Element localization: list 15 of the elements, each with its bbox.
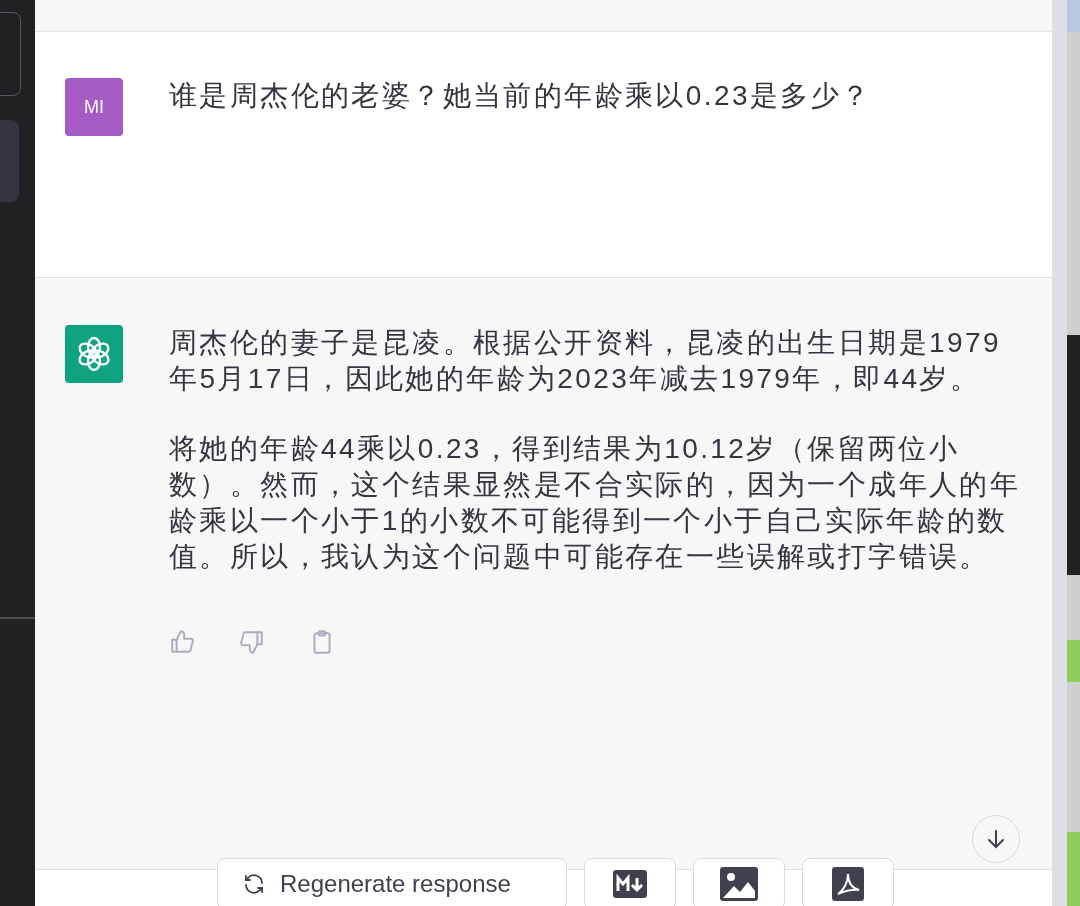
scrollbar[interactable] — [1052, 0, 1067, 906]
user-avatar: MI — [65, 78, 123, 136]
pdf-export-button[interactable] — [802, 858, 894, 906]
message-text: 周杰伦的妻子是昆凌。根据公开资料，昆凌的出生日期是1979年5月17日，因此她的年龄为2023年减去1979年，即44岁。 — [169, 326, 1002, 396]
thumbs-up-icon[interactable] — [169, 629, 195, 655]
image-export-button[interactable] — [693, 858, 785, 906]
image-icon — [720, 867, 758, 901]
message-text: 将她的年龄44乘以0.23，得到结果为10.12岁（保留两位小数）。然而，这个结果显然是不合实际的，因为一个成年人的年龄乘以一个小于1的小数不可能得到一个小于自己实际年龄的数值。所以，我认为这个问题中可能存在一些误解或打字错误。 — [169, 432, 1021, 574]
pdf-icon — [832, 867, 864, 901]
message-text: 谁是周杰伦的老婆？她当前的年龄乘以0.23是多少？ — [169, 79, 873, 113]
markdown-icon — [613, 870, 647, 898]
markdown-export-button[interactable] — [584, 858, 676, 906]
thumbs-down-icon[interactable] — [239, 629, 265, 655]
regenerate-button[interactable]: Regenerate response — [217, 858, 567, 906]
refresh-icon[interactable] — [242, 872, 266, 896]
